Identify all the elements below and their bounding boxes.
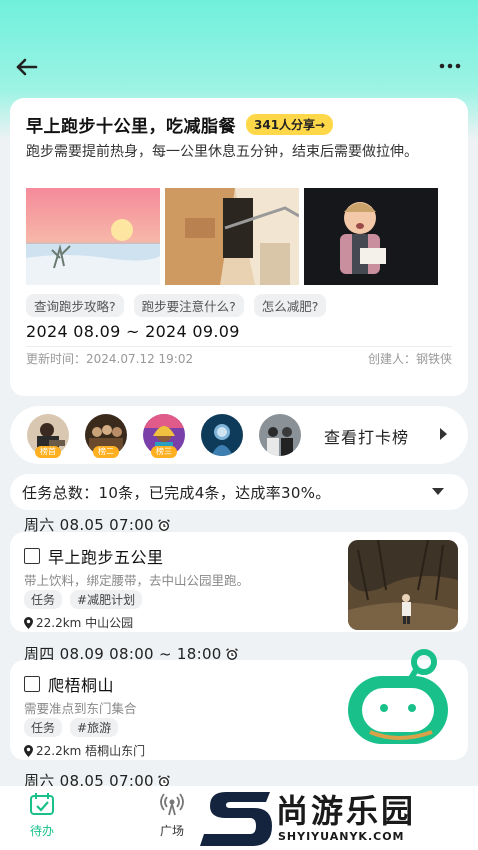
- more-dots-icon: [439, 63, 461, 69]
- rank-label: 榜三: [151, 446, 177, 458]
- plan-title: 早上跑步十公里，吃减脂餐: [26, 117, 236, 137]
- question-tag[interactable]: 跑步要注意什么?: [133, 294, 244, 317]
- plan-description: 跑步需要提前热身，每一公里休息五分钟，结束后需要做拉伸。: [26, 144, 418, 160]
- avatar[interactable]: 榜首: [24, 414, 72, 458]
- stats-text: 任务总数：10条，已完成4条，达成率30%。: [22, 484, 331, 502]
- plan-title-row: 早上跑步十公里，吃减脂餐 341人分享→: [26, 112, 334, 137]
- task-checkbox[interactable]: [24, 676, 40, 692]
- location-pin-icon: [24, 616, 33, 629]
- watermark-en: SHYIYUANYK.COM: [278, 830, 405, 843]
- location-pin-icon: [24, 744, 33, 757]
- tab-label: 广场: [159, 824, 184, 838]
- avatar[interactable]: 榜三: [140, 414, 188, 458]
- broadcast-icon: [160, 793, 184, 816]
- photo-stairs[interactable]: [165, 188, 299, 285]
- watermark-logo: 尚游乐园 SHYIYUANYK.COM: [200, 786, 478, 850]
- logo-s-mark: [200, 792, 272, 846]
- task-title-row: 爬梧桐山: [24, 672, 114, 696]
- task-title: 爬梧桐山: [48, 676, 115, 695]
- photo-boy[interactable]: [304, 188, 438, 285]
- tab-todo[interactable]: 待办: [12, 792, 72, 839]
- rank-avatars: 榜首 榜二 榜三: [24, 414, 304, 458]
- task-description: 需要准点到东门集合: [24, 701, 137, 716]
- task-title-row: 早上跑步五公里: [24, 544, 164, 568]
- task-checkbox[interactable]: [24, 548, 40, 564]
- task-card[interactable]: 早上跑步五公里 带上饮料，绑定腰带，去中山公园里跑。 任务 #减肥计划 22.2…: [10, 532, 468, 632]
- top-bar: [0, 0, 478, 96]
- share-badge[interactable]: 341人分享→: [246, 114, 334, 135]
- avatar[interactable]: [256, 414, 304, 456]
- task-location-text: 22.2km 梧桐山东门: [36, 744, 146, 758]
- robot-icon: [348, 649, 448, 744]
- plan-card: 早上跑步十公里，吃减脂餐 341人分享→ 跑步需要提前热身，每一公里休息五分钟，…: [10, 98, 468, 396]
- task-tags: 任务 #旅游: [24, 718, 119, 737]
- rank-card[interactable]: 榜首 榜二 榜三 查看打卡榜: [10, 406, 468, 464]
- tab-square[interactable]: 广场: [142, 792, 202, 839]
- question-tags: 查询跑步攻略? 跑步要注意什么? 怎么减肥?: [26, 294, 327, 317]
- task-tag[interactable]: 任务: [24, 590, 63, 609]
- rank-label: 榜二: [93, 446, 119, 458]
- view-rank-link[interactable]: 查看打卡榜: [324, 424, 409, 448]
- updated-time: 更新时间：2024.07.12 19:02: [26, 352, 194, 366]
- task-location: 22.2km 中山公园: [24, 614, 133, 631]
- avatar[interactable]: [198, 414, 246, 456]
- watermark-cn: 尚游乐园: [276, 792, 417, 830]
- task-tag[interactable]: #减肥计划: [70, 590, 143, 609]
- back-button[interactable]: [14, 56, 40, 78]
- arrow-left-icon: [16, 58, 38, 76]
- divider: [26, 346, 452, 347]
- plan-photos: [26, 188, 438, 285]
- task-tags: 任务 #减肥计划: [24, 590, 143, 609]
- chevron-right-icon: [440, 428, 447, 440]
- alarm-clock-icon: [157, 518, 170, 531]
- rank-label: 榜首: [35, 446, 61, 458]
- task-location-text: 22.2km 中山公园: [36, 616, 134, 630]
- task-location: 22.2km 梧桐山东门: [24, 742, 145, 759]
- photo-sunset[interactable]: [26, 188, 160, 285]
- task-photo-hiking[interactable]: [348, 540, 458, 630]
- caret-down-icon[interactable]: [432, 488, 444, 495]
- robot-assistant-button[interactable]: [344, 644, 454, 750]
- question-tag[interactable]: 查询跑步攻略?: [26, 294, 124, 317]
- plan-date-range: 2024 08.09 ~ 2024 09.09: [26, 322, 240, 341]
- question-tag[interactable]: 怎么减肥?: [253, 294, 327, 317]
- task-tag[interactable]: 任务: [24, 718, 63, 737]
- more-button[interactable]: [438, 58, 462, 74]
- task-title: 早上跑步五公里: [48, 548, 164, 567]
- stats-bar[interactable]: 任务总数：10条，已完成4条，达成率30%。: [10, 474, 468, 510]
- task-description: 带上饮料，绑定腰带，去中山公园里跑。: [24, 573, 250, 588]
- alarm-clock-icon: [225, 647, 238, 660]
- creator: 创建人：钢铁侠: [367, 352, 452, 366]
- avatar[interactable]: 榜二: [82, 414, 130, 458]
- calendar-check-icon: [30, 793, 54, 815]
- task-tag[interactable]: #旅游: [70, 718, 119, 737]
- tab-label: 待办: [29, 824, 54, 838]
